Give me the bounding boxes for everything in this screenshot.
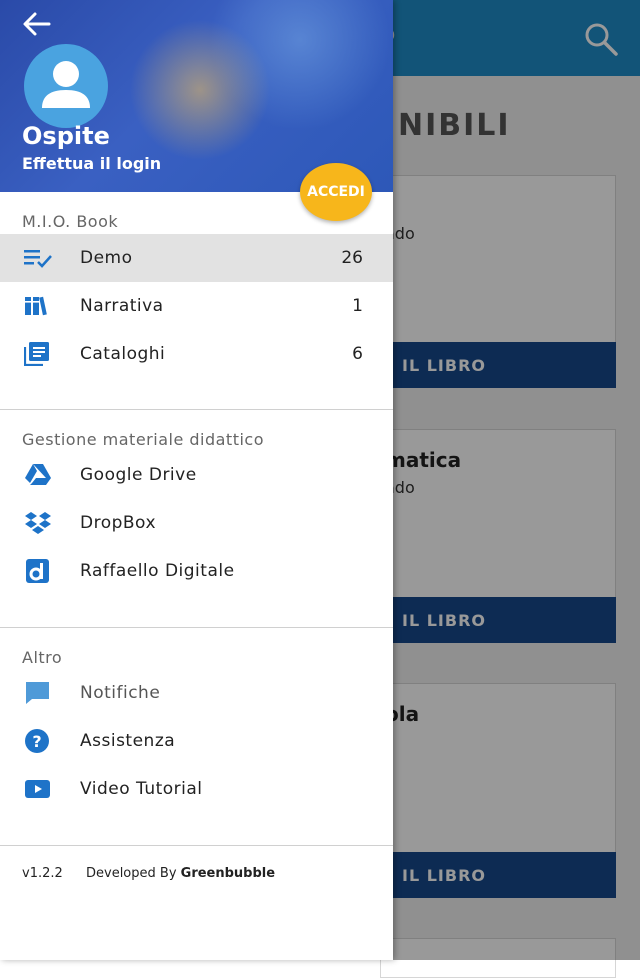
avatar	[24, 44, 108, 128]
section-divider	[0, 845, 393, 846]
books-icon	[25, 296, 47, 316]
login-hint[interactable]: Effettua il login	[22, 154, 161, 173]
menu-item-label: Narrativa	[80, 296, 164, 316]
menu-item-label: Cataloghi	[80, 344, 166, 364]
menu-item-label: Notifiche	[80, 683, 161, 703]
section-label-altro: Altro	[22, 648, 63, 667]
section-label-gestione: Gestione materiale didattico	[22, 430, 265, 449]
checklist-icon	[24, 250, 52, 268]
play-icon	[25, 780, 50, 798]
navigation-drawer: Ospite Effettua il login ACCEDI M.I.O. B…	[0, 0, 393, 960]
menu-item-count: 6	[352, 344, 363, 364]
menu-item-google-drive[interactable]: Google Drive	[0, 451, 393, 499]
back-arrow-icon[interactable]	[22, 10, 52, 38]
app-version: v1.2.2	[22, 866, 63, 881]
developer-brand: Greenbubble	[180, 866, 276, 881]
svg-text:?: ?	[32, 732, 41, 751]
menu-item-label: Video Tutorial	[80, 779, 203, 799]
section-divider	[0, 627, 393, 628]
menu-item-label: Assistenza	[80, 731, 176, 751]
chat-icon	[26, 682, 49, 704]
google-drive-icon	[25, 464, 51, 485]
menu-item-dropbox[interactable]: DropBox	[0, 499, 393, 547]
menu-item-count: 26	[341, 248, 363, 268]
menu-item-cataloghi[interactable]: Cataloghi 6	[0, 330, 393, 378]
menu-item-label: DropBox	[80, 513, 156, 533]
menu-item-raffaello-digitale[interactable]: Raffaello Digitale	[0, 547, 393, 595]
section-label-mio-book: M.I.O. Book	[22, 212, 119, 231]
dropbox-icon	[25, 512, 51, 534]
menu-item-video-tutorial[interactable]: Video Tutorial	[0, 765, 393, 813]
user-icon	[42, 61, 90, 108]
login-button[interactable]: ACCEDI	[300, 163, 372, 221]
user-name: Ospite	[22, 122, 110, 150]
menu-item-assistenza[interactable]: ? Assistenza	[0, 717, 393, 765]
menu-item-count: 1	[352, 296, 363, 316]
menu-item-label: Raffaello Digitale	[80, 561, 235, 581]
menu-item-label: Demo	[80, 248, 133, 268]
catalog-icon	[24, 342, 49, 366]
menu-item-narrativa[interactable]: Narrativa 1	[0, 282, 393, 330]
menu-item-notifiche[interactable]: Notifiche	[0, 669, 393, 717]
raffaello-digitale-icon	[26, 559, 49, 583]
menu-item-label: Google Drive	[80, 465, 197, 485]
menu-item-demo[interactable]: Demo 26	[0, 234, 393, 282]
help-icon: ?	[25, 729, 49, 753]
section-divider	[0, 409, 393, 410]
developer-credit-prefix: Developed By	[86, 866, 181, 881]
developer-credit: Developed By Greenbubble	[86, 866, 275, 881]
